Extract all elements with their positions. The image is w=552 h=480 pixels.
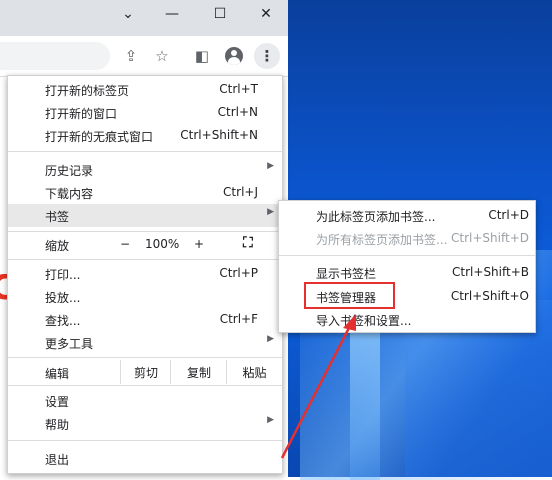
pointer-arrow-icon — [280, 314, 356, 459]
